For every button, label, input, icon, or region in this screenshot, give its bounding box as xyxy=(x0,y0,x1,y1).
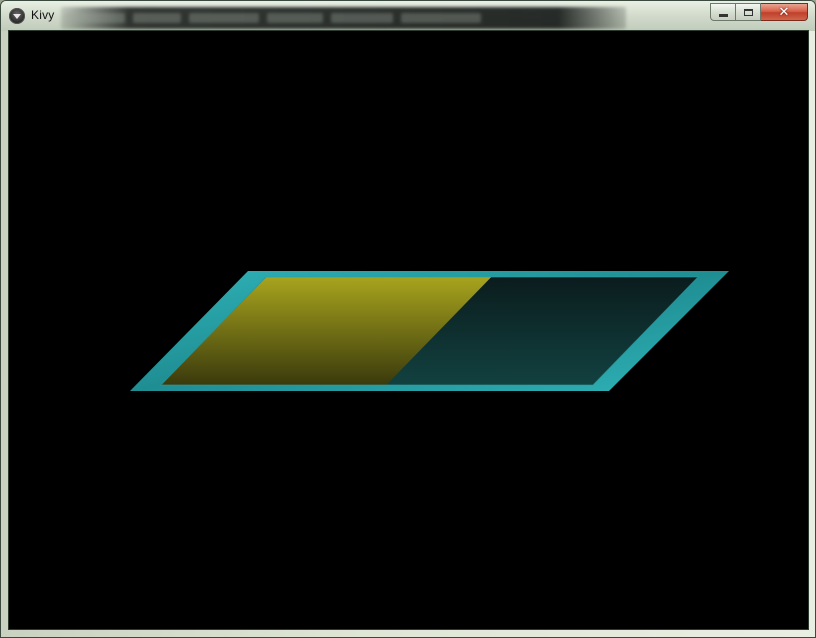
maximize-icon xyxy=(743,8,753,16)
minimize-icon xyxy=(718,13,728,17)
maximize-button[interactable] xyxy=(736,3,761,21)
caption-buttons: ✕ xyxy=(710,3,808,22)
title-bar[interactable]: Kivy ✕ xyxy=(1,1,815,31)
close-button[interactable]: ✕ xyxy=(761,3,808,21)
background-taskbar-blur xyxy=(61,7,626,29)
kivy-canvas xyxy=(8,30,809,630)
app-window: Kivy ✕ xyxy=(0,0,816,638)
kivy-logo-icon[interactable] xyxy=(9,8,25,24)
close-icon: ✕ xyxy=(778,4,790,20)
progress-bar xyxy=(130,271,729,391)
window-title: Kivy xyxy=(31,8,55,22)
minimize-button[interactable] xyxy=(710,3,736,21)
